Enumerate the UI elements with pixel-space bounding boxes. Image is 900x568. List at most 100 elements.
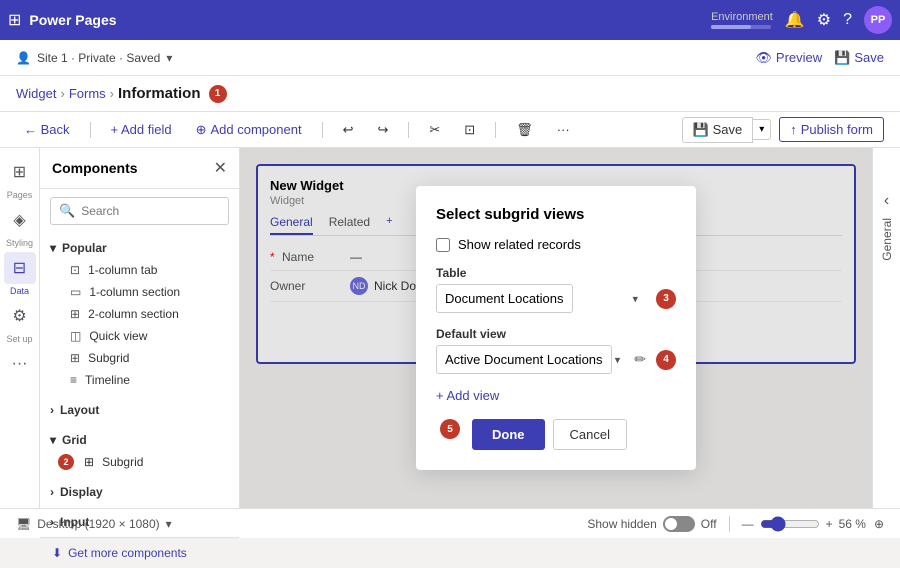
add-component-label: Add component [211,122,302,137]
zoom-minus-icon[interactable]: — [742,517,754,531]
save-label-top: Save [854,50,884,65]
toggle-knob [665,518,677,530]
fit-icon[interactable]: ⊕ [874,517,884,531]
get-more-components[interactable]: ⬇ Get more components [40,537,239,568]
delete-button[interactable]: 🗑 [508,118,541,142]
list-item[interactable]: ▭ 1-column section [50,281,229,303]
add-icon: ⊕ [196,122,207,138]
copy-button[interactable]: ⊡ [456,118,483,142]
show-related-row: Show related records [436,237,676,252]
timeline-icon: ≡ [70,373,77,387]
secondary-bar: 👤 Site 1 · Private · Saved ▾ 👁 Preview 💾… [0,40,900,76]
save-chevron-button[interactable]: ▾ [753,119,771,140]
sidebar-icon-styling[interactable]: ◈ [4,204,36,236]
show-related-checkbox[interactable] [436,238,450,252]
site-info-text: Site 1 · Private · Saved [37,51,160,65]
search-input[interactable] [81,204,220,218]
site-icon: 👤 [16,51,31,65]
help-icon[interactable]: ? [843,11,852,29]
chevron-down-icon-bottom[interactable]: ▾ [166,517,172,531]
canvas-area: New Widget Widget General Related + * Na… [240,148,872,508]
default-view-select-wrapper: Active Document Locations [436,345,628,374]
add-component-button[interactable]: ⊕ Add component [188,118,310,142]
done-button[interactable]: Done [472,419,545,450]
layout-header[interactable]: › Layout [50,399,229,421]
zoom-slider[interactable] [760,516,820,532]
sidebar-icon-more[interactable]: ··· [4,348,36,380]
search-icon: 🔍 [59,203,75,219]
environment-info: Environment [711,11,773,29]
popular-label: Popular [62,241,107,255]
table-select-wrapper: Document Locations [436,284,646,313]
collapse-arrow[interactable]: ‹ [884,192,889,210]
zoom-row: — + 56 % [742,516,866,532]
add-field-button[interactable]: + Add field [103,118,180,141]
chevron-down-icon-grid: ▾ [50,433,56,447]
general-label[interactable]: General [876,210,898,269]
preview-button[interactable]: 👁 Preview [755,50,822,66]
breadcrumb-badge: 1 [209,85,227,103]
add-view-button[interactable]: + Add view [436,388,676,403]
publish-button[interactable]: ↑ Publish form [779,117,884,142]
cancel-button[interactable]: Cancel [553,419,627,450]
sidebar-icon-pages[interactable]: ⊞ [4,156,36,188]
modal-overlay: Select subgrid views Show related record… [240,148,872,508]
settings-icon[interactable]: ⚙ [817,10,831,30]
zoom-plus-icon[interactable]: + [826,517,833,531]
redo-button[interactable]: ↪ [369,118,396,142]
chevron-down-icon[interactable]: ▾ [166,51,172,65]
toggle-switch[interactable] [663,516,695,532]
avatar[interactable]: PP [864,6,892,34]
grid-header[interactable]: ▾ Grid [50,429,229,451]
subgrid-icon: ⊞ [70,351,80,365]
data-icon: ⊟ [13,258,26,278]
list-item[interactable]: ⊡ 1-column tab [50,259,229,281]
breadcrumb-widget[interactable]: Widget [16,86,56,101]
list-item[interactable]: 2 ⊞ Subgrid [50,451,229,473]
default-view-select[interactable]: Active Document Locations [436,345,612,374]
notification-icon[interactable]: 🔔 [785,10,805,30]
list-item[interactable]: ⊞ 2-column section [50,303,229,325]
chevron-down-icon-popular: ▾ [50,241,56,255]
save-main-label: Save [713,122,743,137]
top-bar-right: Environment 🔔 ⚙ ? PP [711,6,892,34]
table-select-row: Document Locations 3 [436,284,676,313]
cut-button[interactable]: ✂ [421,118,448,142]
search-box[interactable]: 🔍 [50,197,229,225]
panel-header: Components ✕ [40,148,239,189]
list-item[interactable]: ⊞ Subgrid [50,347,229,369]
list-item[interactable]: ≡ Timeline [50,369,229,391]
sidebar-icon-setup[interactable]: ⚙ [4,300,36,332]
save-main-icon: 💾 [693,122,709,137]
close-icon[interactable]: ✕ [214,158,227,178]
preview-label: Preview [776,50,822,65]
get-more-label: Get more components [68,546,187,560]
undo-button[interactable]: ↩ [335,118,362,142]
app-title: Power Pages [29,12,116,28]
more-button[interactable]: ··· [549,118,578,141]
download-icon: ⬇ [52,546,62,560]
breadcrumb-bar: Widget › Forms › Information 1 [0,76,900,112]
item-label-3: Quick view [89,329,147,343]
styling-icon: ◈ [13,210,25,230]
show-hidden-toggle: Show hidden Off [587,516,716,532]
save-button-top[interactable]: 💾 Save [834,50,884,66]
layout-label: Layout [60,403,99,417]
back-button[interactable]: ← Back [16,118,78,141]
table-select[interactable]: Document Locations [436,284,573,313]
list-item[interactable]: ◫ Quick view [50,325,229,347]
display-header[interactable]: › Display [50,481,229,503]
grid-subgrid-icon: ⊞ [84,455,94,469]
breadcrumb-forms[interactable]: Forms [69,86,106,101]
chevron-right-icon-layout: › [50,403,54,417]
save-main-button[interactable]: 💾 Save [682,117,753,143]
popular-header[interactable]: ▾ Popular [50,237,229,259]
tab-icon: ⊡ [70,263,80,277]
sidebar-icon-data[interactable]: ⊟ [4,252,36,284]
grid-badge: 2 [58,454,74,470]
edit-icon[interactable]: ✏ [634,351,646,368]
item-label-5: Timeline [85,373,130,387]
desktop-icon: 🖥 [16,517,31,531]
action-bar-right: 💾 Save ▾ ↑ Publish form [682,117,884,143]
env-bar [711,25,771,29]
